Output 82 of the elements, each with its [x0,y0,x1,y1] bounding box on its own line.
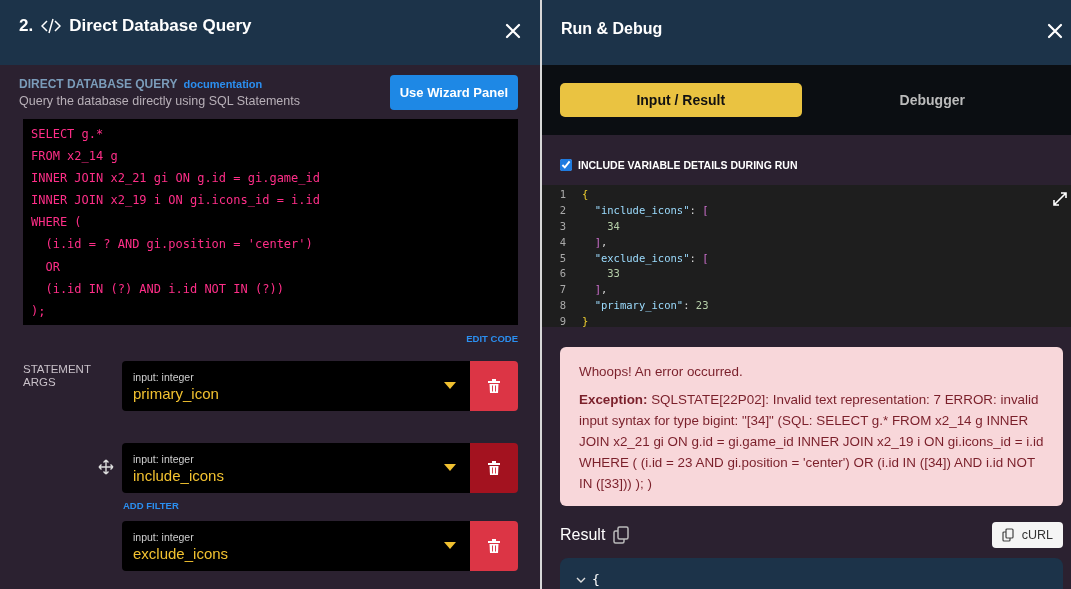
code-token: , [600,235,608,248]
edit-code-link[interactable]: EDIT CODE [466,333,518,344]
code-line: INNER JOIN x2_21 gi ON g.id = gi.game_id [31,170,321,188]
arg-name: primary_icon [133,384,219,402]
delete-button[interactable] [470,443,518,493]
arg-type-label: input: integer [133,530,195,543]
line-number: 3 [558,218,566,234]
code-line: (i.id = ? AND gi.position = 'center') [44,236,314,254]
code-line: OR [44,258,61,276]
panel-title: Run & Debug [561,20,663,38]
arg-select[interactable]: input: integer include_icons [122,443,470,493]
close-icon[interactable] [505,23,521,39]
line-number: 8 [558,298,566,314]
step-number: 2. [19,16,34,36]
code-line: INNER JOIN x2_19 i ON gi.icons_id = i.id [31,192,321,210]
checkbox-label: INCLUDE VARIABLE DETAILS DURING RUN [578,158,798,171]
chevron-icon[interactable] [576,576,586,583]
copy-icon[interactable] [613,526,630,544]
arg-type-label: input: integer [133,452,195,465]
trash-icon [488,461,500,475]
close-icon[interactable] [1047,23,1063,39]
arg-select[interactable]: input: integer primary_icon [122,361,470,411]
line-number: 4 [558,234,566,250]
include-details-checkbox[interactable] [560,158,572,171]
code-token: 34 [606,219,620,232]
code-line: FROM x2_14 g [31,148,119,166]
arg-name: exclude_icons [133,544,229,562]
delete-button[interactable] [470,521,518,571]
panel-title: Direct Database Query [69,16,252,36]
code-line: WHERE ( [31,214,83,232]
line-number: 9 [558,314,566,330]
result-title: Result [560,526,606,544]
code-token: "primary_icon" [593,299,684,312]
section-subtitle: Query the database directly using SQL Statements [19,94,300,108]
code-icon [41,18,62,34]
caret-icon [444,382,456,390]
statement-args-label: STATEMENT ARGS [23,363,92,389]
documentation-link[interactable]: documentation [183,78,263,90]
code-token: , [600,283,608,296]
line-number: 6 [558,266,566,282]
error-heading: Whoops! An error occurred. [579,363,744,381]
code-line: (i.id IN (?) AND i.id NOT IN (?)) [44,280,285,298]
code-token: : [689,251,697,264]
line-number: 2 [558,202,566,218]
line-number: 1 [558,187,566,202]
code-token: ] [593,283,601,296]
code-token: 23 [695,299,709,312]
error-message: Exception: SQLSTATE[22P02]: Invalid text representation: 7 ERROR: invalid input syntax for type bigint: "[34]" (SQL: SELECT g.* FROM x2_14 g INNER JOIN x2_21 gi ON g.id = gi.game_id INNER JOIN x2_19 i ON gi.icons_id = i.id WHERE ( (i.id = 23 AND gi.position = 'center') OR (i.id IN ([34]) AND i.id NOT IN ([33])) ); ) [579,391,1044,493]
copy-icon [1001,528,1014,542]
arg-type-label: input: integer [133,370,195,383]
code-token: "include_icons" [593,203,690,216]
line-number: 7 [558,282,566,298]
code-token: ] [593,235,601,248]
code-token: { [592,572,600,587]
code-line: SELECT g.* [31,126,105,143]
code-line: ); [31,302,47,320]
tab[interactable]: Input / Result [560,83,802,117]
arg-select[interactable]: input: integer exclude_icons [122,521,470,571]
json-editor[interactable]: 1 2 3 4 5 6 7 8 9 { "include_icons": [ 34 ], "exclude_icons": [ 33 ], "primary_icon": 23 } [542,185,1071,327]
add-filter-link[interactable]: ADD FILTER [123,500,179,511]
caret-icon [444,542,456,550]
expand-icon[interactable] [1053,192,1067,206]
code-token: { [582,188,589,200]
curl-button[interactable]: cURL [991,522,1063,548]
caret-icon [444,464,456,472]
trash-icon [488,539,500,553]
move-icon [98,459,114,475]
wizard-panel-button[interactable]: Use Wizard Panel [389,75,518,110]
sql-editor[interactable]: SELECT g.* FROM x2_14 g INNER JOIN x2_21 gi ON g.id = gi.game_id INNER JOIN x2_19 i ON gi.icons_id = i.id WHERE ( (i.id = ? AND gi.position = 'center') OR (i.id IN (?) AND i.id NOT IN (?)) ); [23,119,518,325]
tab[interactable]: Debugger [811,83,1053,117]
section-title: DIRECT DATABASE QUERY [19,77,178,91]
code-token: [ [702,251,709,264]
trash-icon [488,379,500,393]
code-token: "exclude_icons" [593,251,690,264]
arg-name: include_icons [133,466,224,484]
code-token: } [582,315,589,328]
code-token: : [683,299,691,312]
code-token: 33 [606,267,620,280]
delete-button[interactable] [470,361,518,411]
code-token: : [689,203,697,216]
code-token: [ [702,203,709,216]
line-number: 5 [558,250,566,266]
